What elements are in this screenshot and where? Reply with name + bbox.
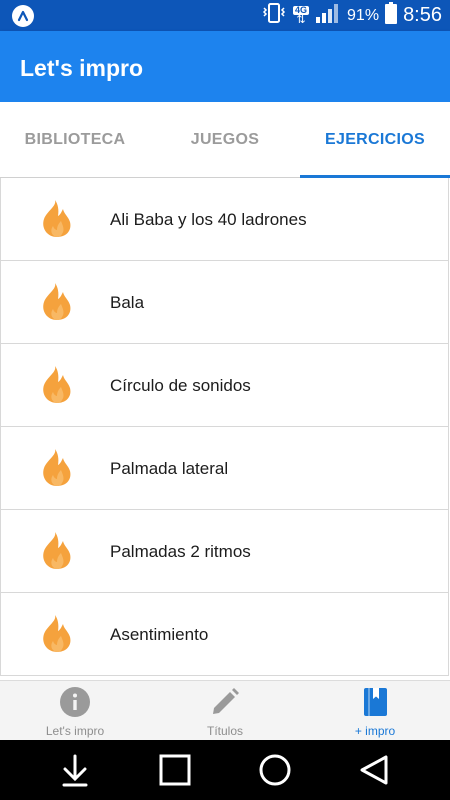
list-item[interactable]: Asentimiento bbox=[0, 593, 449, 676]
list-item-label: Bala bbox=[110, 292, 145, 312]
tab-juegos[interactable]: JUEGOS bbox=[150, 102, 300, 178]
flame-icon bbox=[43, 449, 71, 486]
nav-label: Let's impro bbox=[45, 724, 105, 738]
signal-icon bbox=[315, 3, 341, 28]
book-icon bbox=[364, 688, 387, 716]
list-item[interactable]: Bala bbox=[0, 261, 449, 344]
list-item-label: Asentimiento bbox=[110, 624, 209, 644]
info-icon bbox=[60, 687, 90, 717]
tab-biblioteca[interactable]: BIBLIOTECA bbox=[0, 102, 150, 178]
bottom-navigation: Let's impro Títulos + impro bbox=[0, 680, 450, 740]
list-item-label: Palmadas 2 ritmos bbox=[110, 541, 251, 561]
flame-icon bbox=[43, 366, 71, 403]
app-title: Let's impro bbox=[20, 55, 144, 81]
system-navigation-bar bbox=[0, 740, 450, 800]
flame-icon bbox=[43, 283, 71, 320]
list-item-label: Círculo de sonidos bbox=[110, 375, 251, 395]
back-icon[interactable] bbox=[354, 750, 394, 790]
flame-icon bbox=[43, 532, 71, 569]
nav-titulos[interactable]: Títulos bbox=[150, 681, 300, 741]
nav-label: + impro bbox=[354, 724, 396, 738]
download-icon[interactable] bbox=[55, 750, 95, 790]
app-bar: Let's impro bbox=[0, 31, 450, 102]
nav-label: Títulos bbox=[206, 724, 243, 738]
app-notification-icon bbox=[12, 5, 34, 27]
home-icon[interactable] bbox=[255, 750, 295, 790]
pencil-icon bbox=[213, 688, 239, 714]
clock: 8:56 bbox=[403, 4, 442, 26]
list-item[interactable]: Palmadas 2 ritmos bbox=[0, 510, 449, 593]
list-item[interactable]: Ali Baba y los 40 ladrones bbox=[0, 178, 449, 261]
battery-percentage: 91% bbox=[347, 6, 380, 24]
battery-icon bbox=[385, 2, 398, 29]
nav-plus-impro[interactable]: + impro bbox=[300, 681, 450, 741]
list-item[interactable]: Círculo de sonidos bbox=[0, 344, 449, 427]
list-item[interactable]: Palmada lateral bbox=[0, 427, 449, 510]
list-item-label: Ali Baba y los 40 ladrones bbox=[110, 209, 307, 229]
vibrate-icon bbox=[261, 2, 287, 29]
tab-ejercicios[interactable]: EJERCICIOS bbox=[300, 102, 450, 178]
exercise-list[interactable]: Ali Baba y los 40 ladrones Bala Círculo … bbox=[0, 178, 450, 680]
flame-icon bbox=[43, 200, 71, 237]
flame-icon bbox=[43, 615, 71, 652]
tab-bar: BIBLIOTECA JUEGOS EJERCICIOS bbox=[0, 102, 450, 178]
status-bar: 4G ⇅ 91% 8:56 bbox=[0, 0, 450, 31]
nav-lets-impro[interactable]: Let's impro bbox=[0, 681, 150, 741]
list-item-label: Palmada lateral bbox=[110, 458, 229, 478]
recents-icon[interactable] bbox=[155, 750, 195, 790]
network-type-icon: 4G ⇅ bbox=[293, 4, 310, 26]
